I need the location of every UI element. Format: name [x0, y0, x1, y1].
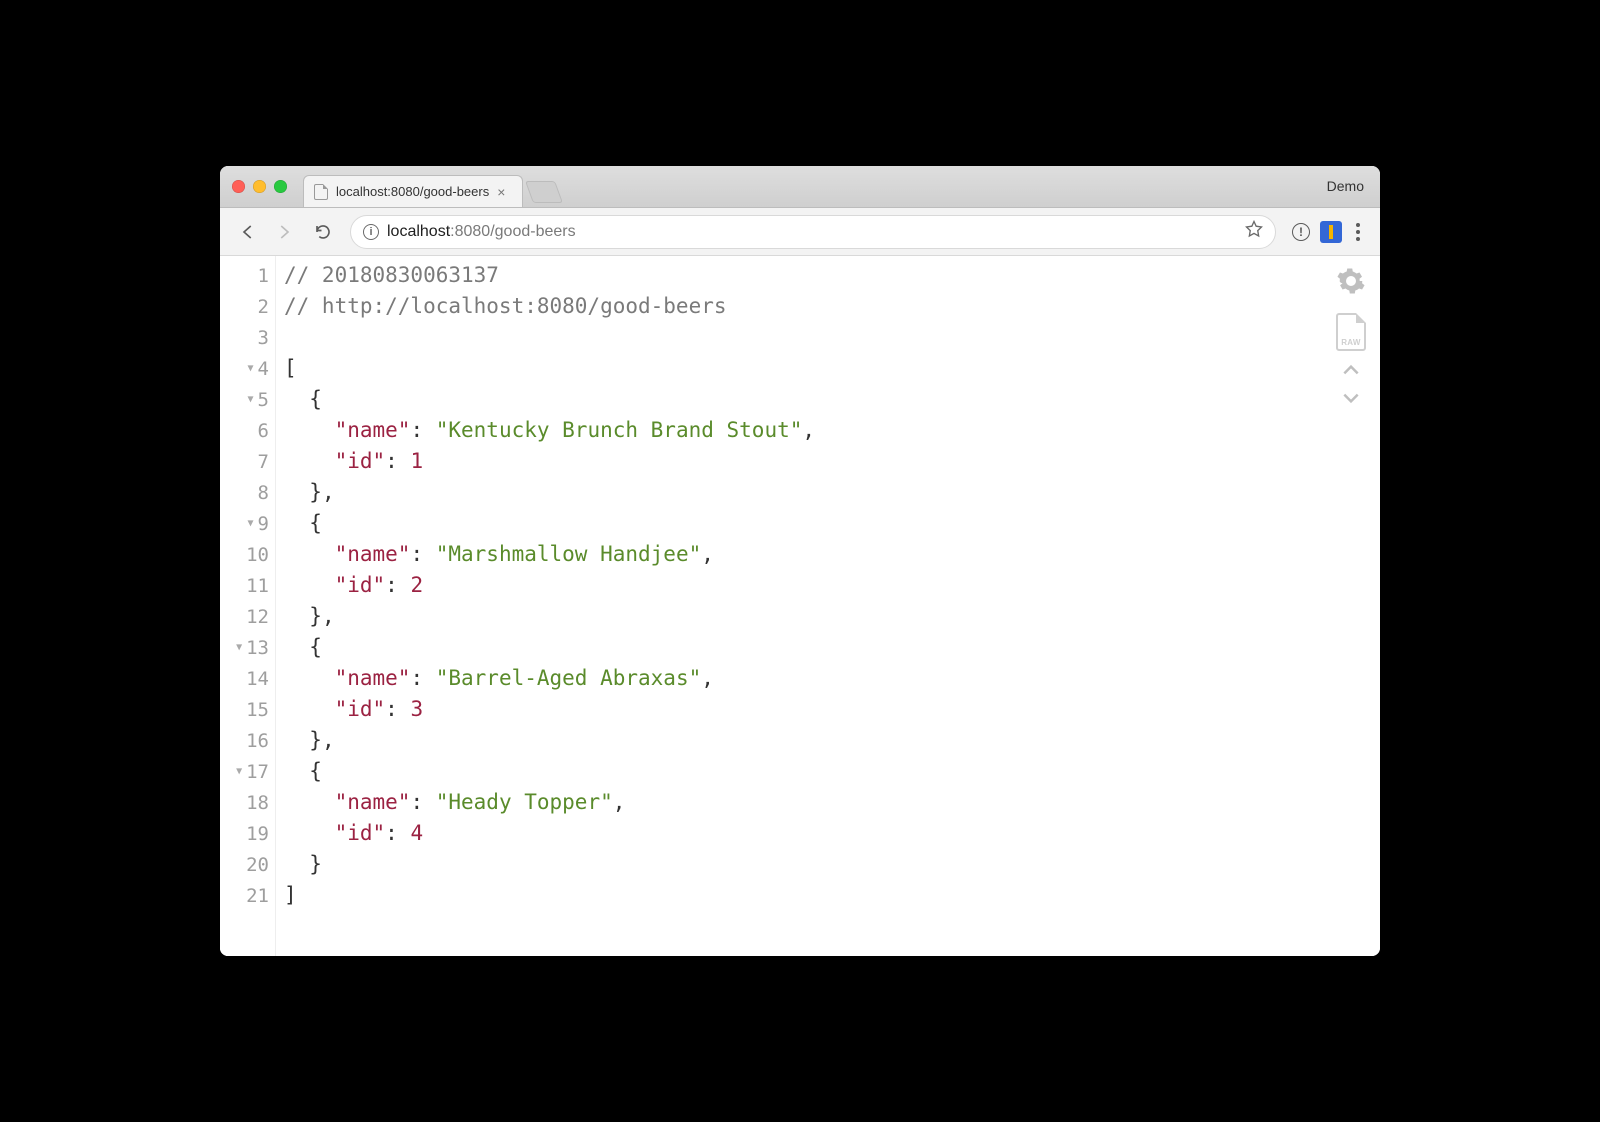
line-number: 1 — [220, 260, 275, 291]
url-path: :8080/good-beers — [450, 223, 575, 240]
tab-close-button[interactable]: × — [497, 184, 505, 200]
code-line: "name": "Barrel-Aged Abraxas", — [284, 663, 1372, 694]
browser-window: localhost:8080/good-beers × Demo i local… — [220, 166, 1380, 956]
url-host: localhost — [387, 223, 450, 240]
profile-label[interactable]: Demo — [1327, 178, 1364, 194]
reload-button[interactable] — [306, 215, 340, 249]
new-tab-button[interactable] — [525, 181, 563, 203]
url-text: localhost:8080/good-beers — [387, 223, 576, 241]
code-line: ] — [284, 880, 1372, 911]
maximize-window-button[interactable] — [274, 180, 287, 193]
code-line: "name": "Kentucky Brunch Brand Stout", — [284, 415, 1372, 446]
tab-strip: localhost:8080/good-beers × Demo — [220, 166, 1380, 208]
extension-icon[interactable] — [1320, 221, 1342, 243]
line-number: 3 — [220, 322, 275, 353]
line-number: 20 — [220, 849, 275, 880]
line-number: 21 — [220, 880, 275, 911]
json-viewer: // 20180830063137// http://localhost:808… — [276, 256, 1380, 956]
code-line — [284, 322, 1372, 353]
code-line: [ — [284, 353, 1372, 384]
line-number: 16 — [220, 725, 275, 756]
line-number: 6 — [220, 415, 275, 446]
line-number: 2 — [220, 291, 275, 322]
gear-icon[interactable] — [1336, 266, 1366, 301]
fold-toggle-icon[interactable]: ▼ — [236, 766, 242, 777]
json-viewer-tools — [1336, 266, 1366, 407]
code-line: { — [284, 384, 1372, 415]
line-number: ▼9 — [220, 508, 275, 539]
code-line: } — [284, 849, 1372, 880]
minimize-window-button[interactable] — [253, 180, 266, 193]
fold-toggle-icon[interactable]: ▼ — [236, 642, 242, 653]
raw-icon[interactable] — [1336, 313, 1366, 351]
forward-button[interactable] — [268, 215, 302, 249]
line-number: 8 — [220, 477, 275, 508]
line-number: 18 — [220, 787, 275, 818]
line-number: 12 — [220, 601, 275, 632]
fold-toggle-icon[interactable]: ▼ — [248, 394, 254, 405]
code-line: }, — [284, 725, 1372, 756]
menu-button[interactable] — [1352, 219, 1364, 245]
chevron-down-icon[interactable] — [1341, 391, 1361, 407]
close-window-button[interactable] — [232, 180, 245, 193]
code-line: // http://localhost:8080/good-beers — [284, 291, 1372, 322]
fold-toggle-icon[interactable]: ▼ — [248, 518, 254, 529]
code-line: "id": 4 — [284, 818, 1372, 849]
line-number: ▼13 — [220, 632, 275, 663]
chevron-up-icon[interactable] — [1341, 363, 1361, 379]
back-button[interactable] — [230, 215, 264, 249]
line-number: 10 — [220, 539, 275, 570]
code-line: "id": 1 — [284, 446, 1372, 477]
page-content: 123▼4▼5678▼9101112▼13141516▼1718192021 /… — [220, 256, 1380, 956]
line-number-gutter: 123▼4▼5678▼9101112▼13141516▼1718192021 — [220, 256, 276, 956]
line-number: ▼4 — [220, 353, 275, 384]
window-controls — [232, 180, 287, 193]
code-line: "name": "Heady Topper", — [284, 787, 1372, 818]
alert-icon[interactable]: ! — [1292, 223, 1310, 241]
line-number: ▼5 — [220, 384, 275, 415]
page-icon — [314, 184, 328, 200]
code-line: }, — [284, 601, 1372, 632]
toolbar-right: ! — [1286, 219, 1370, 245]
tab-title: localhost:8080/good-beers — [336, 184, 489, 199]
site-info-icon[interactable]: i — [363, 224, 379, 240]
toolbar: i localhost:8080/good-beers ! — [220, 208, 1380, 256]
code-line: "name": "Marshmallow Handjee", — [284, 539, 1372, 570]
line-number: 15 — [220, 694, 275, 725]
line-number: ▼17 — [220, 756, 275, 787]
line-number: 19 — [220, 818, 275, 849]
address-bar[interactable]: i localhost:8080/good-beers — [350, 215, 1276, 249]
browser-tab[interactable]: localhost:8080/good-beers × — [303, 175, 523, 207]
code-line: { — [284, 756, 1372, 787]
code-line: // 20180830063137 — [284, 260, 1372, 291]
code-line: }, — [284, 477, 1372, 508]
line-number: 14 — [220, 663, 275, 694]
line-number: 7 — [220, 446, 275, 477]
fold-toggle-icon[interactable]: ▼ — [248, 363, 254, 374]
code-line: { — [284, 508, 1372, 539]
line-number: 11 — [220, 570, 275, 601]
code-line: "id": 2 — [284, 570, 1372, 601]
code-line: "id": 3 — [284, 694, 1372, 725]
code-line: { — [284, 632, 1372, 663]
bookmark-star-icon[interactable] — [1245, 220, 1263, 243]
